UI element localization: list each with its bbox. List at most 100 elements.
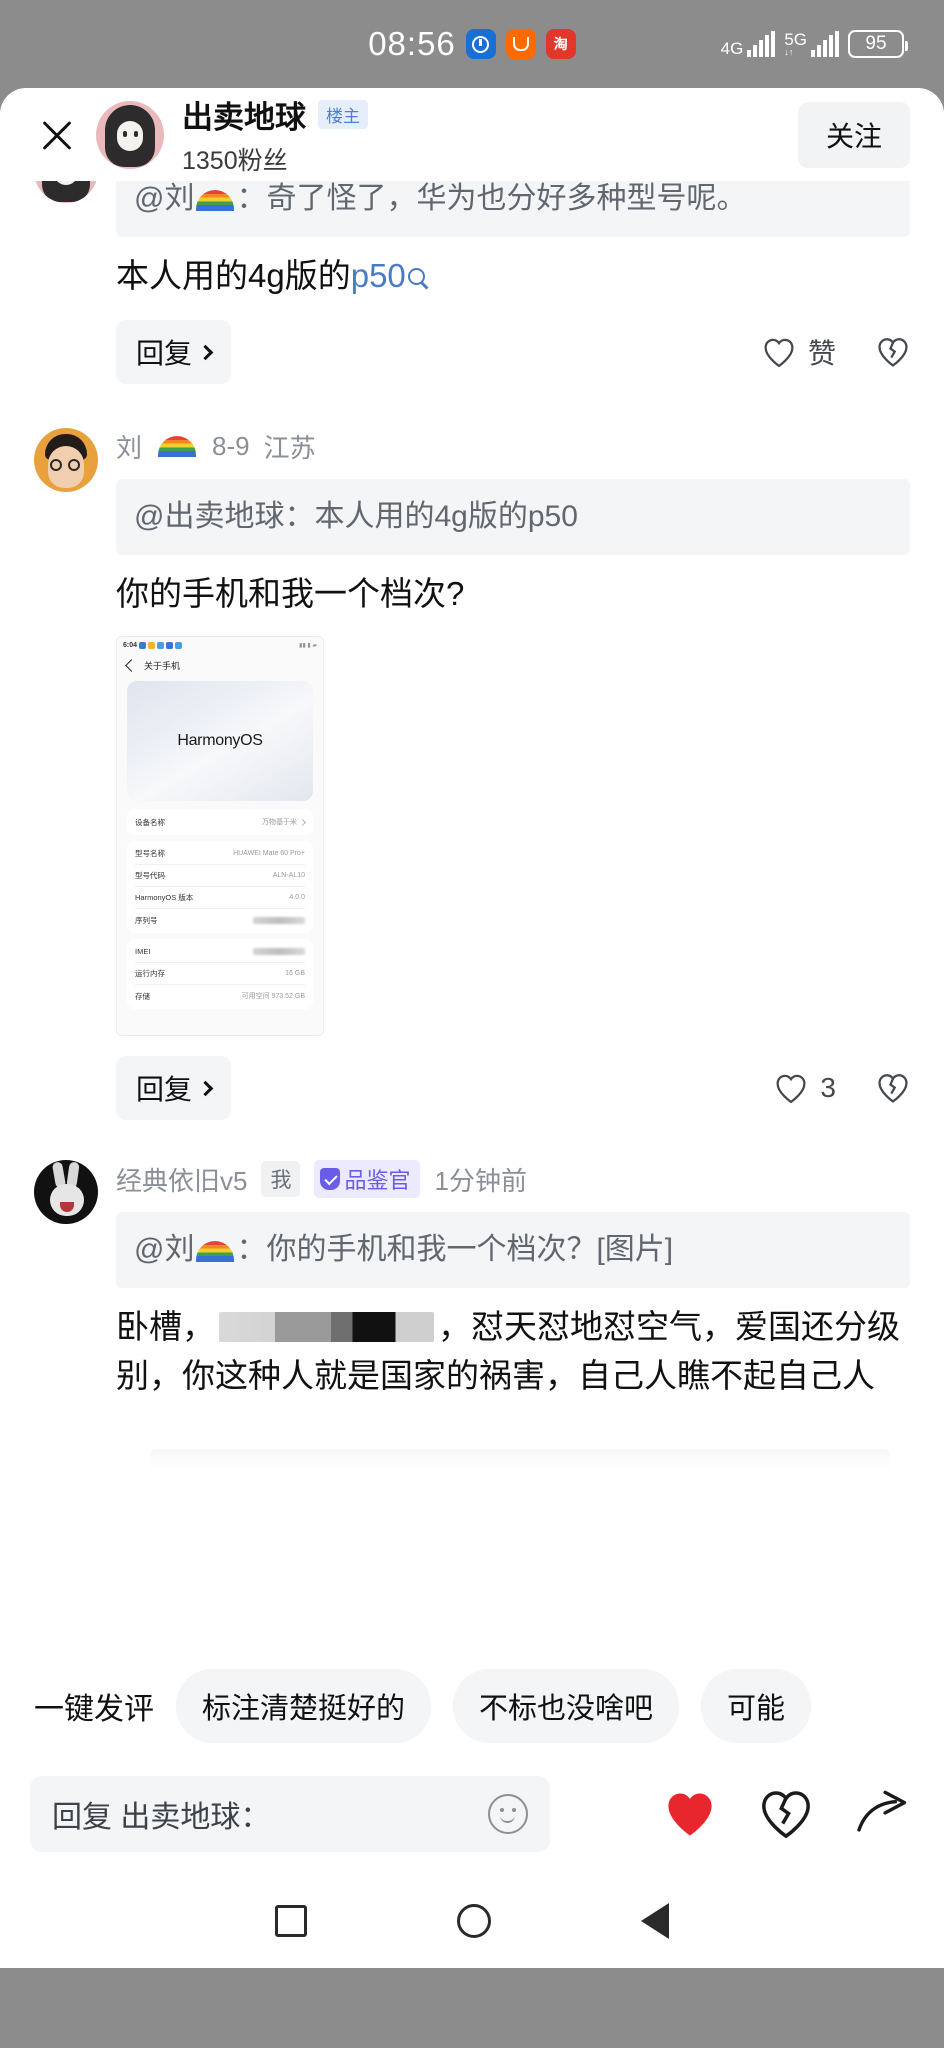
sheet-header: 出卖地球 楼主 1350粉丝 关注 (0, 88, 944, 181)
comment-username[interactable]: 刘 (116, 428, 142, 465)
table-row: 设备名称 万物基于米 (135, 811, 307, 833)
status-bar-right: 4G 5G ↓↑ 95 (721, 0, 908, 88)
image-nav-bar: 关于手机 (117, 653, 323, 677)
broken-heart-icon[interactable] (876, 1072, 910, 1104)
author-avatar[interactable] (96, 100, 164, 169)
heart-filled-icon[interactable] (662, 1789, 718, 1839)
reply-button[interactable]: 回复 (116, 320, 232, 384)
reply-label: 回复 (136, 338, 193, 369)
reply-label: 回复 (136, 1074, 193, 1105)
row-key: HarmonyOS 版本 (135, 893, 194, 902)
comment-meta: 刘 8-9 江苏 (116, 428, 910, 465)
comment-text-link[interactable]: p50 (351, 257, 406, 294)
badge-me: 我 (261, 1161, 301, 1197)
row-value: 16 GB (285, 970, 305, 977)
quick-reply-chip[interactable]: 标注清楚挺好的 (176, 1669, 432, 1743)
reply-button[interactable]: 回复 (116, 1056, 232, 1120)
like-button[interactable]: 赞 (762, 332, 836, 372)
signal-5g: 5G ↓↑ (784, 31, 839, 57)
like-button[interactable]: 3 (774, 1072, 836, 1104)
image-nav-title: 关于手机 (144, 660, 181, 671)
image-info-card-3: IMEI 运行内存 16 GB 存储 可用空间 973.52 GB (127, 939, 313, 1009)
comment-item: 经典依旧v5 我 品鉴官 1分钟前 @刘 ：你的手机和我一个档次？[图片] 卧槽，… (0, 1160, 944, 1401)
harmonyos-banner-text: HarmonyOS (177, 732, 263, 749)
square-icon[interactable] (275, 1905, 307, 1937)
comment-text: 本人用的4g版的p50 (116, 251, 910, 301)
rainbow-emoji-icon (196, 190, 235, 211)
avatar[interactable] (34, 428, 98, 492)
row-value: 万物基于米 (262, 817, 307, 827)
triangle-back-icon[interactable] (641, 1903, 669, 1939)
shield-check-icon (320, 1168, 341, 1190)
comment-quote[interactable]: @刘 ：奇了怪了，华为也分好多种型号呢。 (116, 181, 910, 237)
comment-quote[interactable]: @刘 ：你的手机和我一个档次？[图片] (116, 1212, 910, 1288)
image-info-card-2: 型号名称 HUAWEI Mate 60 Pro+ 型号代码 ALN-AL10 H… (127, 841, 313, 933)
comment-actions: 回复 赞 (116, 320, 910, 384)
row-key: 存储 (135, 991, 150, 1001)
search-icon[interactable] (407, 267, 425, 285)
comment-list[interactable]: @刘 ：奇了怪了，华为也分好多种型号呢。 本人用的4g版的p50 回复 赞 刘 … (0, 181, 944, 1471)
comment-text: 你的手机和我一个档次? (116, 574, 465, 612)
heart-icon (776, 1074, 806, 1103)
avatar[interactable] (34, 181, 98, 203)
back-arrow-icon (125, 658, 138, 672)
row-key: 序列号 (135, 915, 158, 925)
comment-quote[interactable]: @出卖地球：本人用的4g版的p50 (116, 479, 910, 555)
row-value: 4.0.0 (289, 894, 305, 901)
heart-icon (764, 338, 794, 367)
table-row: 型号名称 HUAWEI Mate 60 Pro+ (135, 843, 305, 865)
comment-reactions: 赞 (762, 332, 910, 372)
blurred-value (253, 916, 305, 924)
rainbow-emoji-icon (158, 436, 197, 457)
reply-input-placeholder: 回复 出卖地球： (52, 1801, 271, 1834)
comment-time: 1分钟前 (434, 1165, 527, 1196)
quick-reply-label: 一键发评 (34, 1693, 154, 1726)
taobao-icon: 淘 (545, 29, 576, 59)
status-bar-center: 08:56 淘 (368, 25, 576, 63)
comment-body: 刘 8-9 江苏 @出卖地球：本人用的4g版的p50 你的手机和我一个档次? 6… (116, 428, 944, 1120)
attached-image[interactable]: 6:04 ▮▮ ▮ ▰ 关于手机 HarmonyOS 设备名称 万物基于米 型号… (116, 636, 324, 1036)
badge-verified-label: 品鉴官 (344, 1168, 411, 1193)
broken-heart-icon[interactable] (758, 1788, 814, 1840)
image-status-time: 6:04 (123, 641, 138, 649)
smiley-icon[interactable] (488, 1794, 528, 1834)
row-key: 运行内存 (135, 969, 165, 978)
quick-reply-chip[interactable]: 可能 (701, 1669, 812, 1743)
comment-date: 8-9 (212, 431, 250, 461)
row-key: 型号名称 (135, 849, 165, 858)
follow-button[interactable]: 关注 (797, 101, 910, 168)
comment-text-part1: 卧槽， (116, 1307, 215, 1345)
signal-4g: 4G (721, 30, 776, 57)
quote-rest: ：奇了怪了，华为也分好多种型号呢。 (236, 182, 747, 215)
quick-reply-chip[interactable]: 不标也没啥吧 (453, 1669, 680, 1743)
comment-username[interactable]: 经典依旧v5 (116, 1161, 247, 1198)
share-arrow-icon[interactable] (854, 1789, 914, 1839)
android-nav-bar (0, 1874, 944, 1968)
battery-indicator: 95 (848, 30, 908, 58)
comment-meta: 经典依旧v5 我 品鉴官 1分钟前 (116, 1160, 910, 1198)
comment-text-prefix: 本人用的4g版的 (116, 256, 351, 294)
status-bar: 08:56 淘 4G 5G ↓↑ 95 (0, 0, 944, 88)
status-time: 08:56 (368, 25, 456, 62)
next-comment-peek (150, 1449, 890, 1471)
row-value (253, 948, 305, 955)
broken-heart-icon[interactable] (876, 336, 910, 368)
author-name-row: 出卖地球 楼主 (182, 92, 798, 137)
avatar[interactable] (34, 1160, 98, 1224)
table-row: IMEI (135, 941, 305, 963)
network-secondary-label: 5G (784, 30, 807, 49)
table-row: 型号代码 ALN-AL10 (135, 865, 305, 887)
table-row: 序列号 (135, 909, 305, 931)
reply-input[interactable]: 回复 出卖地球： (30, 1776, 550, 1852)
table-row: 存储 可用空间 973.52 GB (135, 985, 305, 1007)
close-icon[interactable] (34, 112, 80, 158)
quote-prefix: @刘 (134, 1233, 195, 1266)
quick-reply-bar: 一键发评 标注清楚挺好的 不标也没啥吧 可能 (0, 1658, 944, 1754)
comment-reactions: 3 (774, 1072, 910, 1104)
comment-body: 经典依旧v5 我 品鉴官 1分钟前 @刘 ：你的手机和我一个档次？[图片] 卧槽，… (116, 1160, 944, 1401)
reply-bar-icons (662, 1788, 914, 1840)
row-value: 可用空间 973.52 GB (241, 993, 305, 1000)
row-value-text: 万物基于米 (262, 819, 297, 826)
table-row: 运行内存 16 GB (135, 963, 305, 985)
circle-icon[interactable] (457, 1904, 491, 1938)
